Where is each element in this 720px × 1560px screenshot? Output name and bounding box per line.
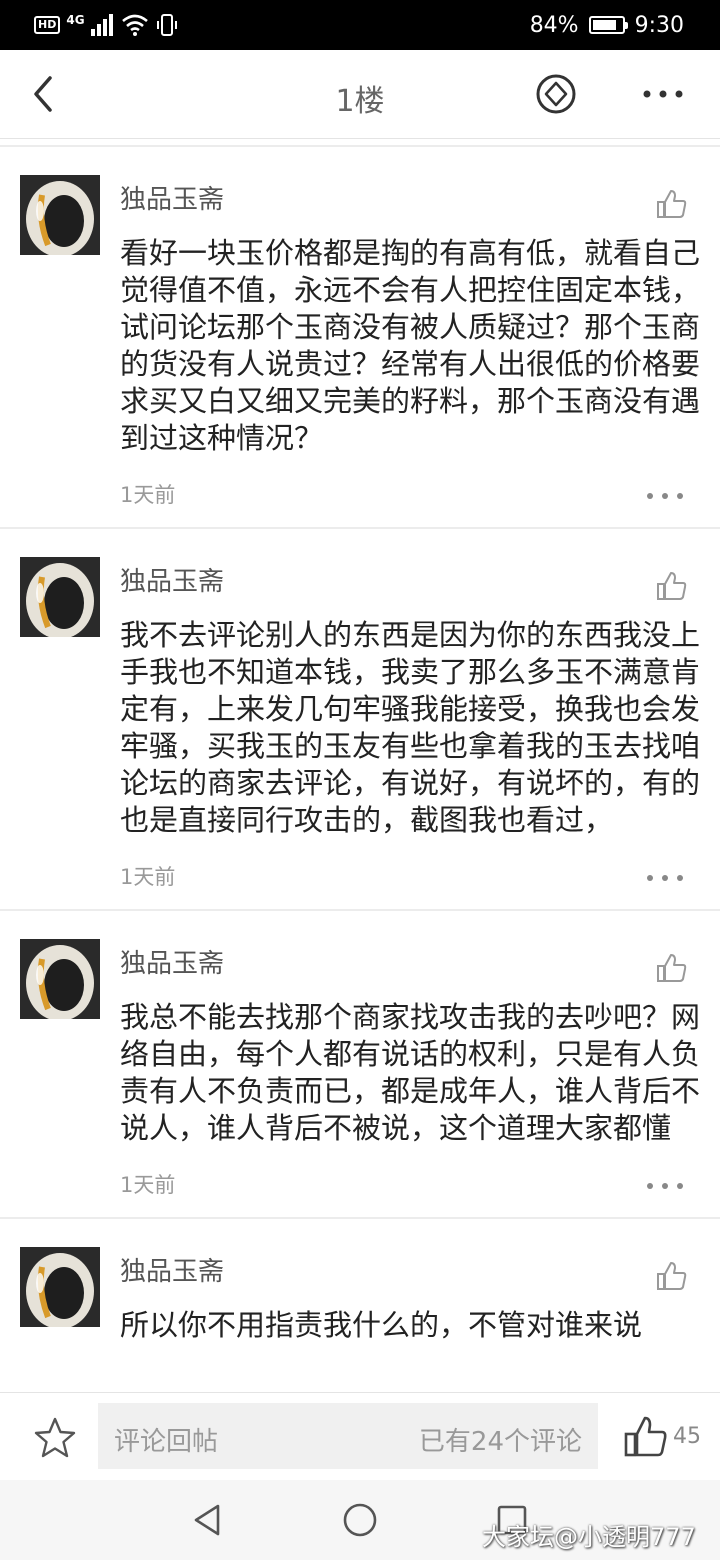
cellular-signal-icon bbox=[90, 14, 113, 36]
comment-item: 独品玉斋 所以你不用指责我什么的，不管对谁来说 bbox=[0, 1219, 720, 1344]
status-right: 84% 9:30 bbox=[530, 10, 684, 40]
watermark: 大家坛@小透明777 bbox=[482, 1523, 696, 1551]
status-left: HD 4G bbox=[34, 10, 179, 40]
comment-time: 1天前 bbox=[120, 483, 176, 507]
comment-more-button[interactable] bbox=[645, 1177, 685, 1189]
comment-item: 独品玉斋 我总不能去找那个商家找攻击我的去吵吧？网络自由，每个人都有说话的权利，… bbox=[0, 911, 720, 1219]
star-icon bbox=[34, 1417, 76, 1458]
more-horizontal-icon bbox=[647, 493, 683, 499]
jade-bangle-image bbox=[20, 939, 100, 1019]
diamond-coin-icon bbox=[536, 74, 576, 114]
comment-meta: 1天前 bbox=[0, 457, 720, 527]
comment-text: 看好一块玉价格都是掏的有高有低，就看自己觉得值不值，永远不会有人把控住固定本钱，… bbox=[120, 236, 701, 455]
battery-percent: 84% bbox=[529, 12, 579, 38]
comment-meta: 1天前 bbox=[0, 839, 720, 909]
jade-bangle-image bbox=[20, 557, 100, 637]
comment-time: 1天前 bbox=[120, 865, 176, 889]
status-bar: HD 4G 84% 9:30 bbox=[0, 0, 720, 50]
page-title: 1楼 bbox=[335, 84, 385, 119]
avatar[interactable] bbox=[20, 1247, 100, 1327]
comment-text: 我总不能去找那个商家找攻击我的去吵吧？网络自由，每个人都有说话的权利，只是有人负… bbox=[120, 1000, 701, 1145]
battery-fill bbox=[592, 20, 617, 30]
system-back-button[interactable] bbox=[188, 1500, 228, 1540]
comment-more-button[interactable] bbox=[645, 869, 685, 881]
top-nav-bar: 1楼 bbox=[0, 50, 720, 139]
comment-text: 我不去评论别人的东西是因为你的东西我没上手我也不知道本钱，我卖了那么多玉不满意肯… bbox=[120, 618, 701, 837]
jade-bangle-image bbox=[20, 1247, 100, 1327]
network-type: 4G bbox=[66, 13, 85, 27]
bottom-action-bar: 评论回帖 已有24个评论 45 bbox=[0, 1392, 720, 1481]
comment-list[interactable]: 独品玉斋 看好一块玉价格都是掏的有高有低，就看自己觉得值不值，永远不会有人把控住… bbox=[0, 145, 720, 1392]
more-horizontal-icon bbox=[647, 1183, 683, 1189]
avatar[interactable] bbox=[20, 939, 100, 1019]
system-home-button[interactable] bbox=[340, 1500, 380, 1540]
avatar[interactable] bbox=[20, 175, 100, 255]
more-options-button[interactable] bbox=[640, 80, 686, 108]
clock: 9:30 bbox=[634, 12, 684, 38]
reward-button[interactable] bbox=[535, 73, 577, 115]
comment-time: 1天前 bbox=[120, 1173, 176, 1197]
avatar[interactable] bbox=[20, 557, 100, 637]
battery-icon bbox=[588, 16, 628, 34]
comment-item: 独品玉斋 我不去评论别人的东西是因为你的东西我没上手我也不知道本钱，我卖了那么多… bbox=[0, 529, 720, 911]
comment-input[interactable]: 评论回帖 已有24个评论 bbox=[98, 1403, 598, 1469]
thumbs-up-icon bbox=[624, 1416, 667, 1457]
comment-count: 已有24个评论 bbox=[418, 1427, 582, 1457]
jade-bangle-image bbox=[20, 175, 100, 255]
comment-more-button[interactable] bbox=[645, 487, 685, 499]
comment-input-placeholder: 评论回帖 bbox=[114, 1427, 219, 1457]
favorite-button[interactable] bbox=[32, 1415, 78, 1461]
triangle-back-icon bbox=[194, 1504, 220, 1536]
hd-icon: HD bbox=[34, 16, 61, 34]
wifi-icon bbox=[121, 14, 148, 36]
like-button[interactable] bbox=[622, 1413, 670, 1461]
comment-text: 所以你不用指责我什么的，不管对谁来说 bbox=[120, 1308, 643, 1342]
more-horizontal-icon bbox=[643, 90, 683, 98]
comment-meta: 1天前 bbox=[0, 1147, 720, 1217]
like-count: 45 bbox=[673, 1424, 701, 1449]
vibrate-icon bbox=[156, 14, 177, 36]
comment-item: 独品玉斋 看好一块玉价格都是掏的有高有低，就看自己觉得值不值，永远不会有人把控住… bbox=[0, 147, 720, 529]
circle-home-icon bbox=[343, 1503, 377, 1537]
more-horizontal-icon bbox=[647, 875, 683, 881]
